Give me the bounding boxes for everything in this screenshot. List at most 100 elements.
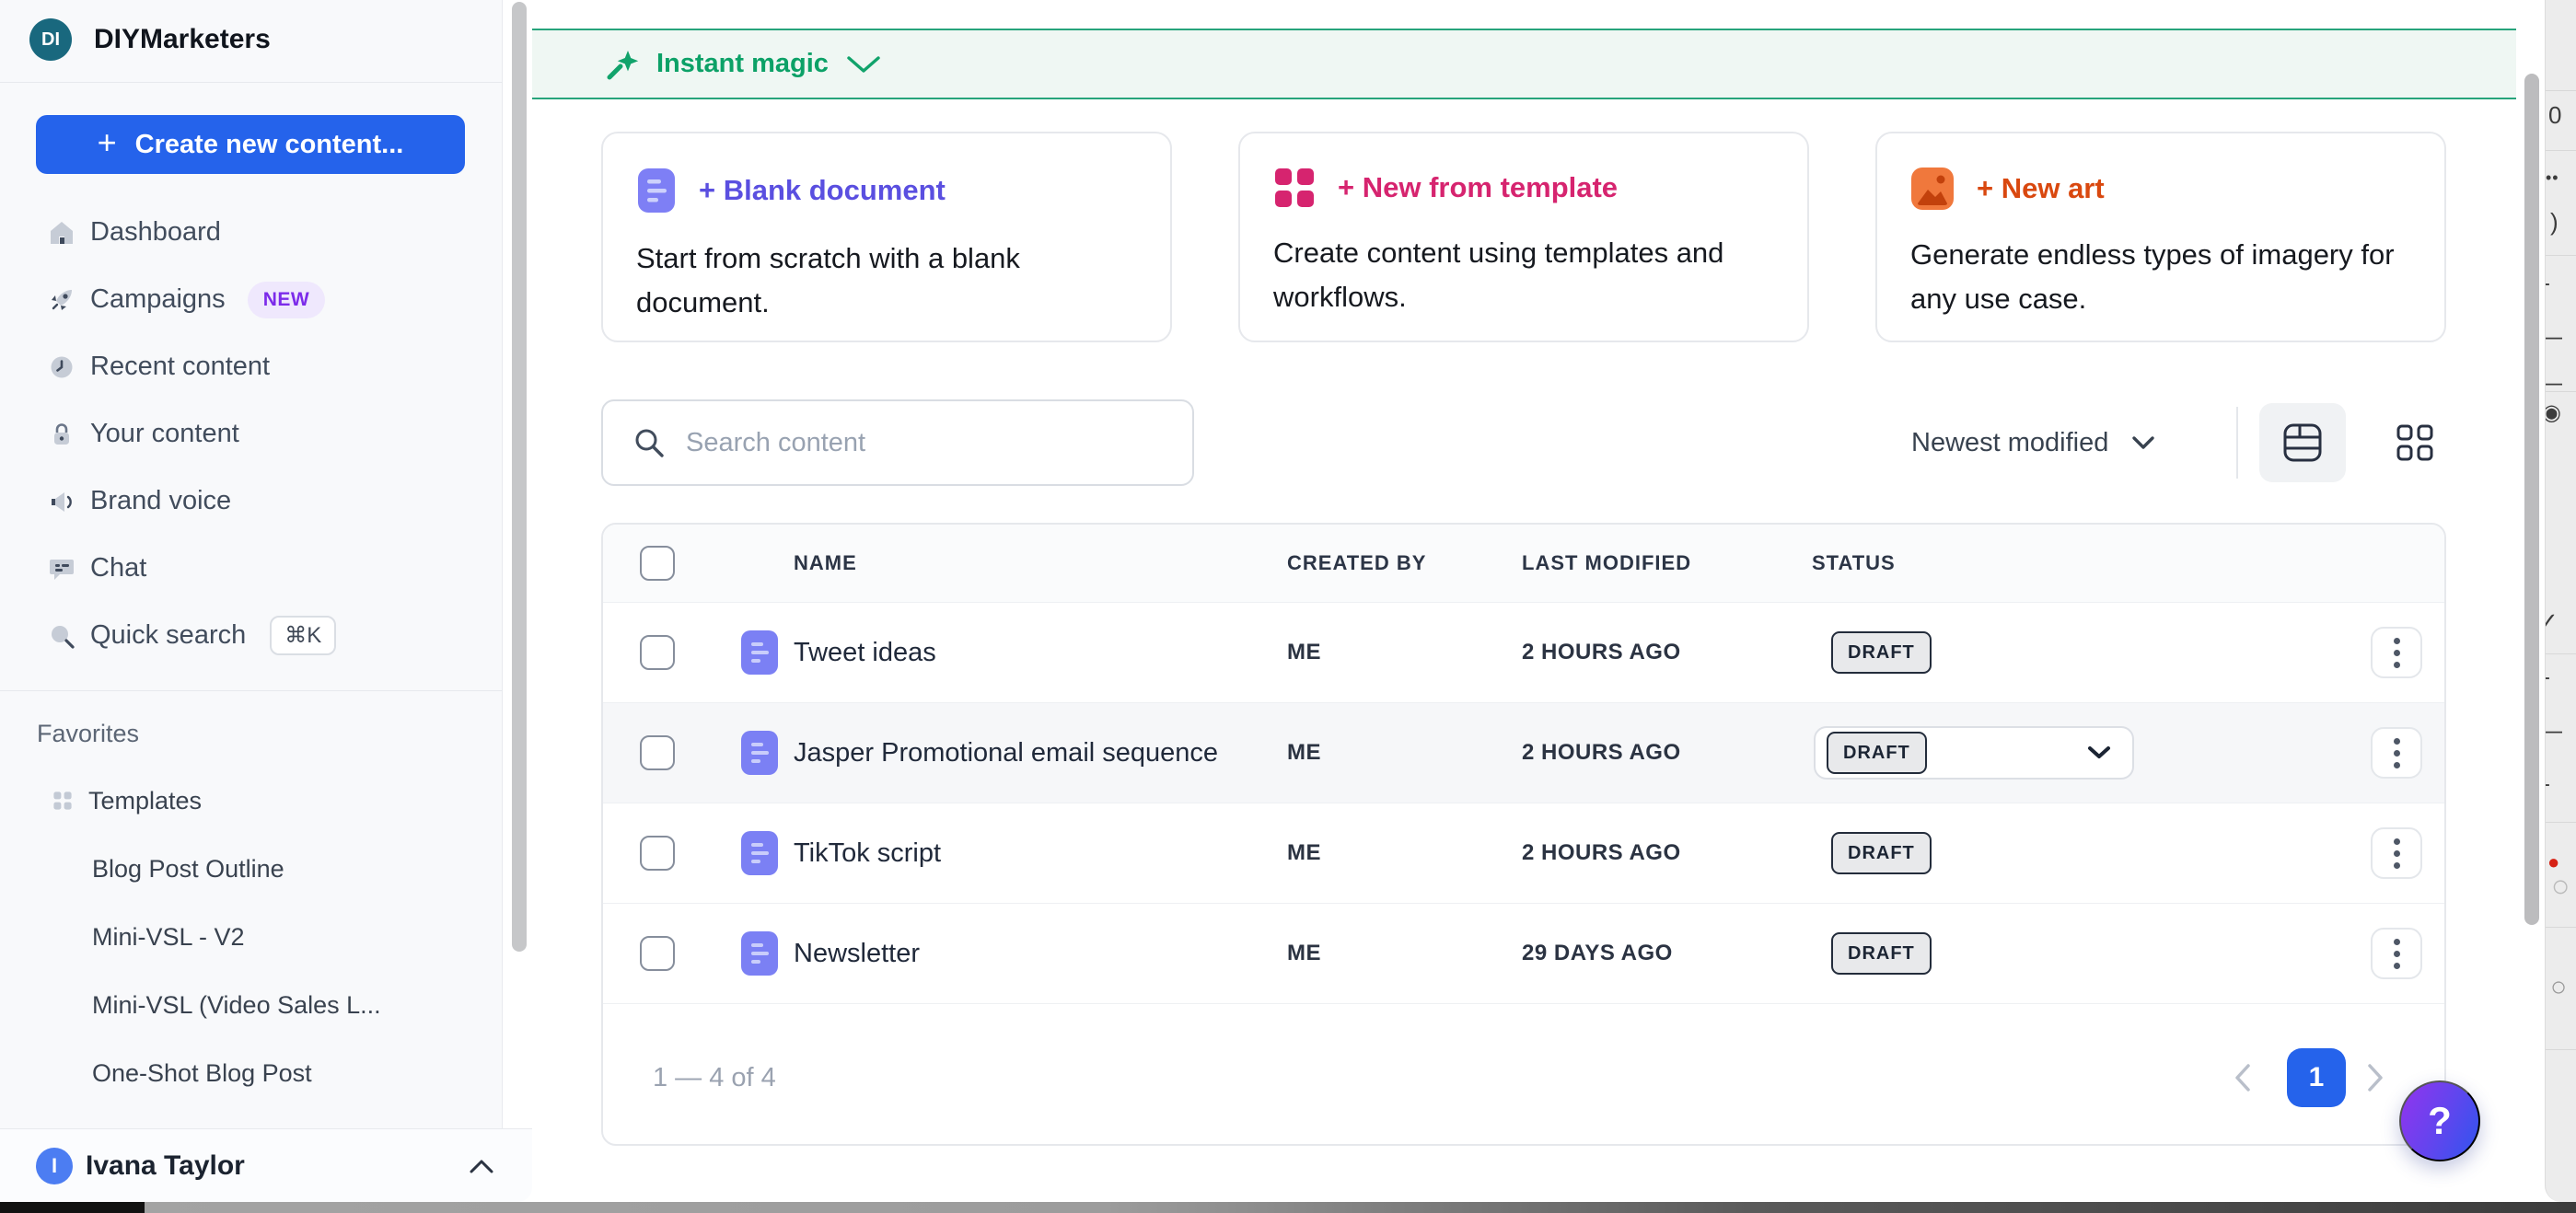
- table-view-button[interactable]: [2259, 403, 2346, 482]
- sidebar-item-quick-search[interactable]: Quick search ⌘K: [0, 602, 503, 669]
- favorite-item-label: Blog Post Outline: [92, 855, 284, 884]
- rocket-icon: [48, 286, 75, 314]
- favorite-item-blog-post-outline[interactable]: Blog Post Outline: [0, 835, 503, 903]
- strip-divider: [2546, 927, 2576, 928]
- chevron-up-icon: [468, 1158, 495, 1174]
- kebab-dot: [2394, 750, 2400, 757]
- sidebar-divider: [0, 82, 503, 83]
- chevron-down-icon: [845, 54, 882, 75]
- sort-dropdown[interactable]: Newest modified: [1911, 399, 2156, 486]
- favorite-item-one-shot-blog-post[interactable]: One-Shot Blog Post: [0, 1039, 503, 1107]
- row-checkbox[interactable]: [640, 635, 675, 670]
- search-content-box: [601, 399, 1194, 486]
- content-name-link[interactable]: Jasper Promotional email sequence: [794, 703, 1218, 803]
- chevron-down-icon: [2130, 434, 2156, 451]
- kebab-dot: [2394, 738, 2400, 745]
- sidebar: DI DIYMarketers + Create new content... …: [0, 0, 503, 1202]
- strip-divider: [2546, 822, 2576, 823]
- content-name-link[interactable]: Newsletter: [794, 904, 920, 1003]
- select-all-checkbox[interactable]: [640, 546, 675, 581]
- created-by-cell: ME: [1287, 603, 1321, 702]
- fragment-icon: ): [2550, 210, 2559, 234]
- sidebar-item-campaigns[interactable]: Campaigns NEW: [0, 266, 503, 333]
- strip-divider: [2546, 653, 2576, 654]
- app-root: DI DIYMarketers + Create new content... …: [0, 0, 2576, 1213]
- new-from-template-card[interactable]: + New from template Create content using…: [1238, 132, 1809, 342]
- fragment-icon: +: [2545, 272, 2550, 296]
- table-view-icon: [2281, 422, 2324, 464]
- new-art-card[interactable]: + New art Generate endless types of imag…: [1875, 132, 2446, 342]
- main-scrollbar[interactable]: [2524, 74, 2539, 925]
- create-new-content-button[interactable]: + Create new content...: [36, 115, 465, 174]
- card-description: Generate endless types of imagery for an…: [1910, 233, 2409, 321]
- status-dropdown[interactable]: DRAFT: [1814, 726, 2134, 780]
- row-actions-menu-button[interactable]: [2371, 928, 2422, 979]
- current-page-button[interactable]: 1: [2287, 1048, 2346, 1107]
- favorite-item-mini-vsl-v2[interactable]: Mini-VSL - V2: [0, 903, 503, 971]
- workspace-switcher[interactable]: DI DIYMarketers: [29, 18, 271, 61]
- sidebar-divider: [0, 690, 503, 691]
- sidebar-item-label: Your content: [90, 419, 239, 449]
- created-by-cell: ME: [1287, 803, 1321, 903]
- row-actions-menu-button[interactable]: [2371, 727, 2422, 779]
- row-checkbox[interactable]: [640, 936, 675, 971]
- sidebar-item-brand-voice[interactable]: Brand voice: [0, 468, 503, 535]
- column-header-last-modified: LAST MODIFIED: [1522, 525, 1691, 602]
- kebab-dot: [2394, 650, 2400, 656]
- workspace-avatar: DI: [29, 18, 72, 61]
- fragment-icon: 0: [2548, 103, 2561, 127]
- workspace-name: DIYMarketers: [94, 24, 271, 55]
- last-modified-cell: 2 HOURS AGO: [1522, 803, 1681, 903]
- kebab-dot: [2394, 850, 2400, 857]
- table-row: Tweet ideas ME 2 HOURS AGO DRAFT: [603, 603, 2444, 703]
- sidebar-nav: Dashboard Campaigns NEW Recent content Y…: [0, 199, 503, 669]
- sidebar-scrollbar[interactable]: [512, 2, 527, 952]
- magic-wand-icon: [603, 46, 640, 83]
- sidebar-item-chat[interactable]: Chat: [0, 535, 503, 602]
- create-cards: + Blank document Start from scratch with…: [601, 132, 2446, 342]
- previous-page-icon[interactable]: [2233, 1062, 2253, 1093]
- table-header-row: NAME CREATED BY LAST MODIFIED STATUS: [603, 525, 2444, 603]
- last-modified-cell: 29 DAYS AGO: [1522, 904, 1673, 1003]
- workspace-initials: DI: [41, 29, 60, 51]
- grid-view-button[interactable]: [2375, 403, 2454, 482]
- card-title: + Blank document: [699, 174, 946, 207]
- card-description: Create content using templates and workf…: [1273, 231, 1772, 319]
- eye-icon: ◉: [2545, 402, 2561, 424]
- sidebar-item-label: Campaigns: [90, 284, 226, 315]
- sidebar-item-recent-content[interactable]: Recent content: [0, 333, 503, 400]
- adjacent-window-strip: 0 •• ) + — — ◉ ✓ + — + ● ○ ○: [2545, 0, 2576, 1202]
- kebab-dot: [2394, 963, 2400, 969]
- blank-document-card[interactable]: + Blank document Start from scratch with…: [601, 132, 1172, 342]
- column-header-name: NAME: [794, 525, 857, 602]
- content-name-link[interactable]: TikTok script: [794, 803, 941, 903]
- search-icon: [632, 426, 666, 459]
- sidebar-item-dashboard[interactable]: Dashboard: [0, 199, 503, 266]
- created-by-cell: ME: [1287, 904, 1321, 1003]
- sidebar-item-templates[interactable]: Templates: [0, 767, 503, 835]
- favorite-item-mini-vsl-video[interactable]: Mini-VSL (Video Sales L...: [0, 971, 503, 1039]
- art-image-icon: [1910, 167, 1955, 211]
- help-label: ?: [2428, 1099, 2452, 1143]
- sort-label: Newest modified: [1911, 428, 2108, 458]
- pagination-row: 1 — 4 of 4 1: [603, 1004, 2444, 1146]
- row-actions-menu-button[interactable]: [2371, 827, 2422, 879]
- next-page-icon[interactable]: [2365, 1062, 2385, 1093]
- row-checkbox[interactable]: [640, 735, 675, 770]
- sidebar-item-your-content[interactable]: Your content: [0, 400, 503, 468]
- fragment-icon: —: [2545, 324, 2562, 348]
- document-icon: [636, 167, 677, 214]
- row-checkbox[interactable]: [640, 836, 675, 871]
- circle-fragment-icon: ○: [2551, 871, 2570, 902]
- content-name-link[interactable]: Tweet ideas: [794, 603, 936, 702]
- document-icon: [741, 931, 778, 976]
- row-actions-menu-button[interactable]: [2371, 627, 2422, 678]
- help-button[interactable]: ?: [2399, 1080, 2480, 1161]
- instant-magic-banner[interactable]: Instant magic: [532, 29, 2516, 99]
- user-menu[interactable]: I Ivana Taylor: [0, 1128, 532, 1202]
- status-badge: DRAFT: [1831, 832, 1932, 874]
- column-header-status: STATUS: [1812, 525, 1896, 602]
- search-input[interactable]: [684, 427, 1170, 459]
- card-head: + New from template: [1273, 167, 1772, 209]
- circle-fragment-icon: ○: [2550, 974, 2567, 1001]
